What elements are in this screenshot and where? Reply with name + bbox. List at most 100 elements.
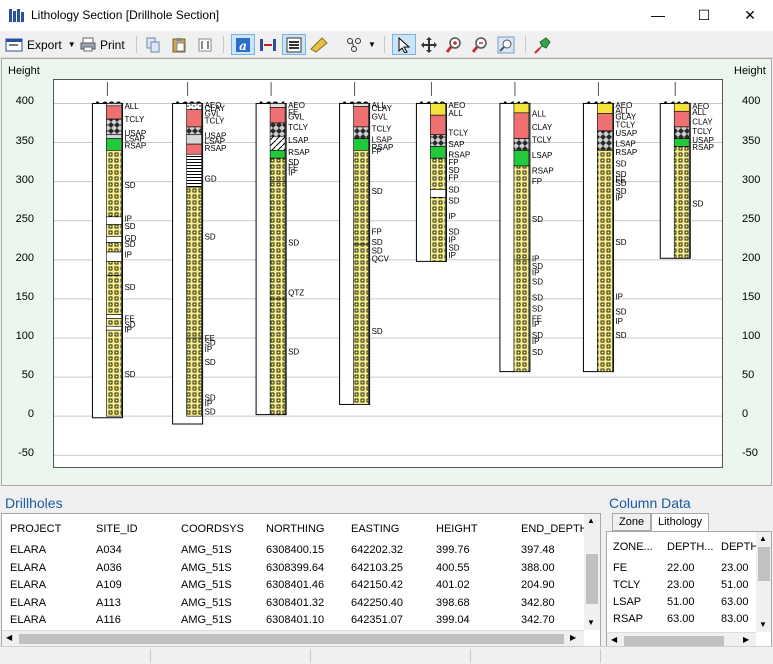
lithology-interval[interactable]: [430, 146, 446, 159]
dh-table-cell[interactable]: ELARA: [10, 614, 46, 626]
paste-button[interactable]: [171, 34, 187, 55]
scroll-down-icon[interactable]: ▼: [759, 620, 767, 629]
lithology-interval[interactable]: [186, 103, 202, 111]
lithology-interval[interactable]: [597, 150, 613, 372]
pointer-button[interactable]: [392, 34, 416, 55]
scroll-right-icon[interactable]: ▶: [570, 633, 576, 642]
dh-table-cell[interactable]: 401.02: [436, 579, 470, 591]
lithology-interval[interactable]: [430, 189, 446, 198]
dh-table-cell[interactable]: AMG_51S: [181, 562, 232, 574]
export-dropdown-icon[interactable]: ▼: [68, 40, 76, 49]
lithology-interval[interactable]: [106, 150, 122, 218]
lithology-interval[interactable]: [106, 105, 122, 120]
scroll-up-icon[interactable]: ▲: [587, 516, 595, 525]
lithology-interval[interactable]: [186, 143, 202, 155]
dh-column-header[interactable]: EASTING: [351, 523, 399, 535]
cd-table-cell[interactable]: 51.00: [721, 579, 749, 591]
lithology-interval[interactable]: [597, 130, 613, 151]
dh-table-cell[interactable]: 399.04: [436, 614, 470, 626]
lithology-interval[interactable]: [673, 126, 690, 139]
cd-table-cell[interactable]: 23.00: [721, 562, 749, 574]
lithology-interval[interactable]: [186, 109, 202, 128]
lithology-interval[interactable]: [513, 112, 530, 139]
dh-table-cell[interactable]: 6308401.46: [266, 579, 324, 591]
dh-table-cell[interactable]: A116: [96, 614, 121, 626]
lithology-interval[interactable]: [513, 103, 530, 114]
cd-table-cell[interactable]: 51.00: [667, 596, 695, 608]
copy-button[interactable]: [145, 34, 161, 55]
dh-table-cell[interactable]: 397.48: [521, 544, 555, 556]
dh-table-cell[interactable]: A113: [96, 597, 121, 609]
dh-table-cell[interactable]: A036: [96, 562, 122, 574]
close-button[interactable]: ✕: [727, 0, 773, 31]
scroll-right-icon[interactable]: ▶: [743, 635, 749, 644]
lithology-interval[interactable]: [106, 314, 122, 319]
lithology-interval[interactable]: [106, 318, 122, 327]
lithology-interval[interactable]: [513, 165, 530, 261]
cd-table-cell[interactable]: 23.00: [667, 579, 695, 591]
lithology-interval[interactable]: [430, 134, 446, 147]
lithology-interval[interactable]: [106, 242, 122, 253]
dh-column-header[interactable]: COORDSYS: [181, 523, 244, 535]
drillholes-vertical-scrollbar[interactable]: ▲ ▼: [584, 514, 600, 630]
maximize-button[interactable]: ☐: [681, 0, 727, 31]
dh-table-cell[interactable]: 400.55: [436, 562, 470, 574]
dh-table-cell[interactable]: 6308399.64: [266, 562, 324, 574]
lithology-interval[interactable]: [106, 118, 122, 136]
drillhole-a030[interactable]: A030ALLTCLYUSAPLSAPRSAPSDIPSDGDSDIPSDFES…: [91, 82, 146, 419]
cd-column-header[interactable]: DEPTH: [721, 541, 758, 553]
lithology-interval[interactable]: [269, 103, 286, 108]
node-button[interactable]: ▼: [346, 34, 376, 55]
lithology-interval[interactable]: [513, 150, 530, 167]
cd-table-cell[interactable]: 22.00: [667, 562, 695, 574]
lithology-interval[interactable]: [106, 275, 122, 315]
cd-column-header[interactable]: DEPTH...: [667, 541, 713, 553]
dh-table-cell[interactable]: A109: [96, 579, 122, 591]
dh-column-header[interactable]: SITE_ID: [96, 523, 138, 535]
scroll-thumb[interactable]: [624, 636, 724, 646]
export-button[interactable]: Export ▼: [5, 34, 76, 55]
lithology-interval[interactable]: [106, 236, 122, 243]
lithology-interval[interactable]: [673, 146, 690, 259]
dh-table-cell[interactable]: ELARA: [10, 597, 46, 609]
dh-table-cell[interactable]: 642351.07: [351, 614, 403, 626]
drillhole-a032[interactable]: A032AEOCLAYGVLTCLYUSAPLSAPRSAPGDSDFESDIP…: [172, 82, 227, 425]
lithology-interval[interactable]: [353, 103, 369, 107]
lithology-interval[interactable]: [430, 196, 446, 262]
lithology-interval[interactable]: [597, 103, 613, 114]
dh-table-cell[interactable]: 642250.40: [351, 597, 403, 609]
dh-table-cell[interactable]: AMG_51S: [181, 544, 232, 556]
lithology-interval[interactable]: [106, 134, 122, 139]
drillhole-a116[interactable]: A116AEOALLGLAYTCLYUSAPLSAPRSAPSDSDFESDSD…: [582, 82, 637, 373]
dh-table-cell[interactable]: 342.70: [521, 614, 555, 626]
lithology-interval[interactable]: [106, 325, 122, 331]
lithology-interval[interactable]: [186, 186, 202, 339]
column-data-grid[interactable]: ZONE... DEPTH... DEPTH FE 22.00 23.00 TCLY 23.0…: [606, 531, 772, 647]
scroll-down-icon[interactable]: ▼: [587, 618, 595, 627]
scroll-up-icon[interactable]: ▲: [759, 534, 767, 543]
lithology-interval[interactable]: [513, 259, 530, 372]
zoom-in-button[interactable]: [445, 34, 463, 55]
dh-table-cell[interactable]: AMG_51S: [181, 579, 232, 591]
lithology-interval[interactable]: [106, 138, 122, 151]
lithology-interval[interactable]: [673, 138, 690, 147]
tab-zone[interactable]: Zone: [612, 513, 652, 531]
scroll-thumb[interactable]: [19, 634, 564, 644]
zoom-out-button[interactable]: [471, 34, 489, 55]
lithology-interval[interactable]: [106, 103, 122, 107]
print-button[interactable]: Print: [80, 34, 125, 55]
lithology-interval[interactable]: [353, 243, 369, 405]
drillhole-a036[interactable]: A036ALLCLAYGVLTCLYLSAPRSAPFPSDFPSDSDQCVS…: [339, 82, 394, 405]
lithology-interval[interactable]: [186, 337, 202, 417]
lithology-interval[interactable]: [269, 150, 286, 159]
lithology-interval[interactable]: [106, 329, 122, 417]
dh-table-cell[interactable]: 642150.42: [351, 579, 403, 591]
zoom-extent-button[interactable]: [497, 34, 515, 55]
lithology-interval[interactable]: [106, 216, 122, 225]
dh-table-cell[interactable]: 642103.25: [351, 562, 403, 574]
properties-button[interactable]: [197, 34, 213, 55]
lithology-interval[interactable]: [513, 138, 530, 151]
cd-table-cell[interactable]: 83.00: [721, 613, 749, 625]
dh-column-header[interactable]: NORTHING: [266, 523, 324, 535]
lithology-interval[interactable]: [106, 251, 122, 262]
